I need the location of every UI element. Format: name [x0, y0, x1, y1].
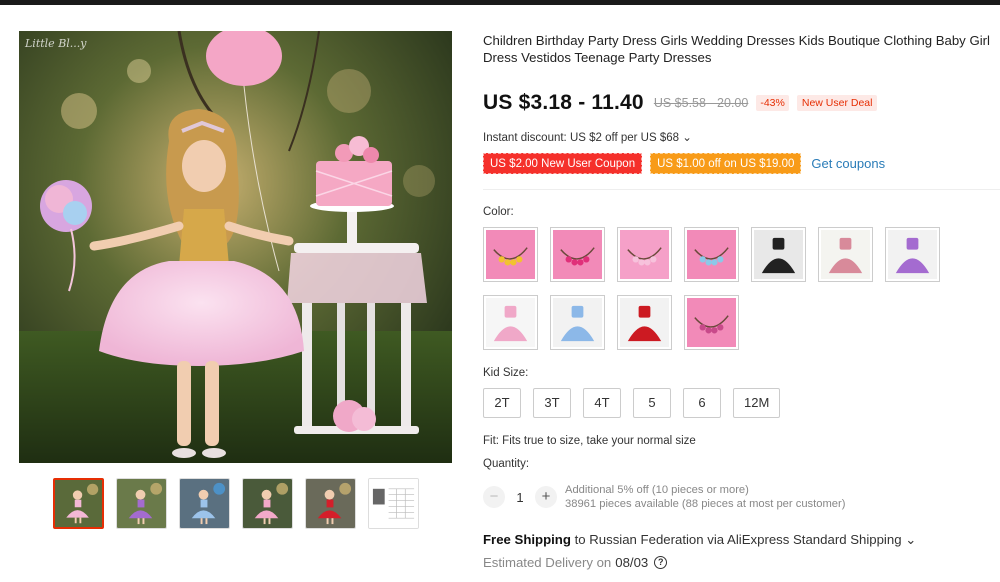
- thumbnail-image: [117, 479, 166, 528]
- thumbnail-3[interactable]: [179, 478, 230, 529]
- thumbnail-6[interactable]: [368, 478, 419, 529]
- color-swatches: [483, 227, 963, 350]
- thumbnail-image: [243, 479, 292, 528]
- price-row: US $3.18 - 11.40 US $5.58 - 20.00 -43% N…: [483, 91, 878, 115]
- free-shipping-label: Free Shipping: [483, 532, 571, 547]
- thumbnail-4[interactable]: [242, 478, 293, 529]
- price-original: US $5.58 - 20.00: [653, 96, 749, 110]
- product-photo: [19, 31, 452, 463]
- color-swatch-image: [620, 230, 669, 279]
- get-coupons-link[interactable]: Get coupons: [811, 156, 885, 171]
- size-options: 2T 3T 4T 5 6 12M: [483, 388, 781, 418]
- thumbnail-image: [180, 479, 229, 528]
- shipping-info[interactable]: Free Shipping to Russian Federation via …: [483, 532, 916, 548]
- color-swatch-image: [486, 230, 535, 279]
- color-label: Color:: [483, 206, 514, 218]
- fit-note: Fit: Fits true to size, take your normal…: [483, 435, 696, 447]
- quantity-minus-button[interactable]: −: [483, 486, 505, 508]
- discount-badge: -43%: [756, 95, 789, 111]
- thumbnail-5[interactable]: [305, 478, 356, 529]
- bulk-discount-note: Additional 5% off (10 pieces or more): [565, 484, 749, 496]
- quantity-info: Additional 5% off (10 pieces or more) 38…: [565, 483, 845, 511]
- new-user-deal-badge: New User Deal: [796, 95, 878, 111]
- size-option-12m[interactable]: 12M: [733, 388, 781, 418]
- color-option-1[interactable]: [483, 227, 538, 282]
- quantity-plus-button[interactable]: +: [535, 486, 557, 508]
- stock-available: 38961 pieces available (88 pieces at mos…: [565, 498, 846, 510]
- top-bar: [0, 0, 1000, 5]
- main-product-image[interactable]: Little Bl...y: [19, 31, 452, 463]
- shipping-method: to Russian Federation via AliExpress Sta…: [570, 532, 917, 547]
- color-swatch-image: [687, 230, 736, 279]
- size-label: Kid Size:: [483, 367, 529, 379]
- color-option-9[interactable]: [550, 295, 605, 350]
- color-swatch-image: [553, 230, 602, 279]
- delivery-info: Estimated Delivery on 08/03 ?: [483, 555, 668, 570]
- thumbnail-1[interactable]: [53, 478, 104, 529]
- color-option-8[interactable]: [483, 295, 538, 350]
- color-option-6[interactable]: [818, 227, 873, 282]
- thumbnail-image: [306, 479, 355, 528]
- quantity-label: Quantity:: [483, 458, 530, 470]
- quantity-stepper: − 1 + Additional 5% off (10 pieces or mo…: [483, 483, 845, 511]
- delivery-date: 08/03: [615, 555, 649, 570]
- instant-discount-dropdown[interactable]: Instant discount: US $2 off per US $68 ⌄: [483, 130, 692, 144]
- color-swatch-image: [888, 230, 937, 279]
- price-current: US $3.18 - 11.40: [483, 91, 644, 114]
- size-option-3t[interactable]: 3T: [533, 388, 571, 418]
- size-option-4t[interactable]: 4T: [583, 388, 621, 418]
- color-option-2[interactable]: [550, 227, 605, 282]
- color-swatch-image: [620, 298, 669, 347]
- size-option-6[interactable]: 6: [683, 388, 721, 418]
- coupon-1-off[interactable]: US $1.00 off on US $19.00: [650, 153, 802, 174]
- thumbnail-strip: [53, 478, 419, 529]
- color-option-3[interactable]: [617, 227, 672, 282]
- thumbnail-image: [55, 480, 102, 527]
- color-option-4[interactable]: [684, 227, 739, 282]
- color-option-7[interactable]: [885, 227, 940, 282]
- color-option-5[interactable]: [751, 227, 806, 282]
- color-option-10[interactable]: [617, 295, 672, 350]
- thumbnail-2[interactable]: [116, 478, 167, 529]
- divider: [483, 189, 1000, 190]
- quantity-value[interactable]: 1: [505, 490, 535, 505]
- color-option-11[interactable]: [684, 295, 739, 350]
- color-swatch-image: [754, 230, 803, 279]
- coupon-new-user[interactable]: US $2.00 New User Coupon: [483, 153, 643, 174]
- color-swatch-image: [553, 298, 602, 347]
- size-option-2t[interactable]: 2T: [483, 388, 521, 418]
- help-icon[interactable]: ?: [654, 556, 668, 569]
- color-swatch-image: [486, 298, 535, 347]
- product-title: Children Birthday Party Dress Girls Wedd…: [483, 33, 990, 65]
- coupon-row: US $2.00 New User Coupon US $1.00 off on…: [483, 153, 885, 174]
- thumbnail-image: [369, 479, 418, 528]
- color-swatch-image: [821, 230, 870, 279]
- size-option-5[interactable]: 5: [633, 388, 671, 418]
- color-swatch-image: [687, 298, 736, 347]
- watermark-logo: Little Bl...y: [25, 37, 87, 50]
- estimated-delivery-label: Estimated Delivery on: [483, 555, 612, 570]
